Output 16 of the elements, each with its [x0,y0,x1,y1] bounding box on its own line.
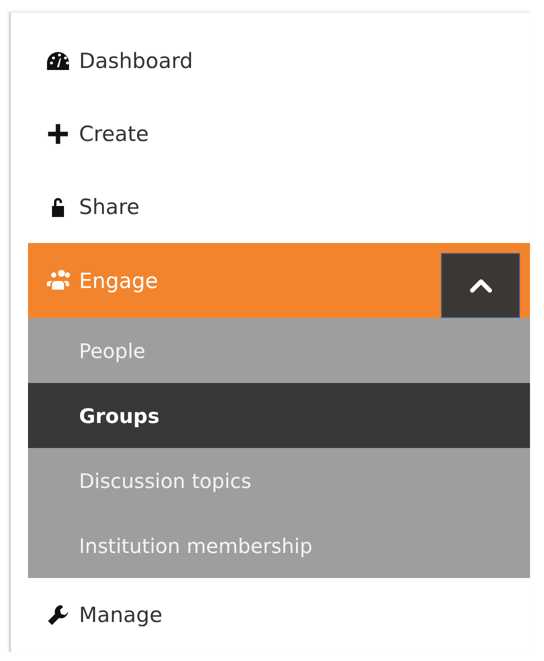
plus-icon [46,122,70,144]
submenu-item[interactable]: Groups [28,383,530,448]
menu-label: Manage [79,602,162,626]
menu-item[interactable]: Share [28,170,530,243]
gauge-icon [46,50,70,72]
menu-item[interactable]: Create [28,97,530,170]
wrench-icon [46,604,70,626]
menu-label: Share [79,194,140,218]
users-icon [46,270,70,292]
collapse-button[interactable] [441,253,520,318]
menu-item[interactable]: Dashboard [28,24,530,97]
menu-label: Dashboard [79,48,193,72]
menu-item[interactable]: Manage [28,578,530,651]
menu-label: Engage [79,268,158,292]
menu-label: Create [79,122,149,146]
chevron-up-icon [470,278,492,294]
